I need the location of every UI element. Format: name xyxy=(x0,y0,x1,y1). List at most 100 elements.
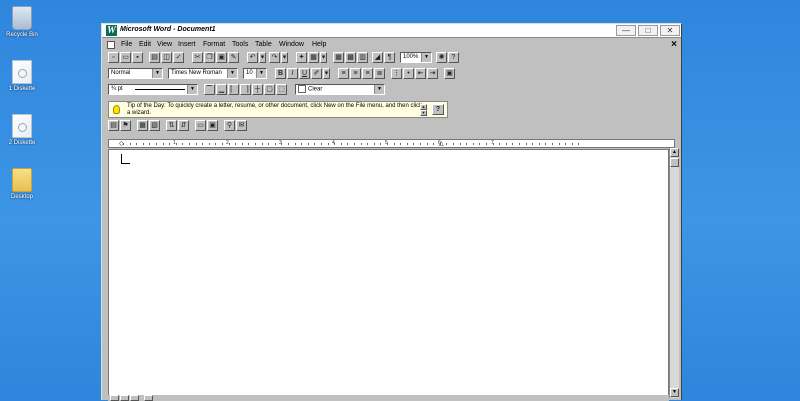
maximize-button[interactable]: □ xyxy=(638,25,658,36)
bullets-icon[interactable]: • xyxy=(403,68,414,79)
vertical-scrollbar[interactable]: ▲ ▼ xyxy=(669,148,679,398)
style-select[interactable]: Normal ▼ xyxy=(108,68,163,79)
bottom-border-icon[interactable]: ▁ xyxy=(216,84,227,95)
sort-ascending-icon[interactable]: ⇅ xyxy=(166,120,177,131)
data-form-icon[interactable]: ▤ xyxy=(108,120,119,131)
menu-edit[interactable]: Edit xyxy=(139,41,151,48)
desktop-icon-diskette-2[interactable]: 2 Diskette xyxy=(2,114,42,147)
tip-help-button[interactable]: ? xyxy=(432,104,444,115)
drawing-icon[interactable]: ◢ xyxy=(372,52,383,63)
sort-descending-icon[interactable]: ⇵ xyxy=(178,120,189,131)
ruler-tick xyxy=(538,143,540,145)
menu-tools[interactable]: Tools xyxy=(232,41,248,48)
document-editing-area[interactable] xyxy=(108,149,669,399)
borders-icon[interactable]: ▣ xyxy=(444,68,455,79)
redo-dropdown-icon[interactable]: ▾ xyxy=(281,52,288,63)
menu-file[interactable]: File xyxy=(121,41,132,48)
menu-help[interactable]: Help xyxy=(312,41,326,48)
right-border-icon[interactable]: ▕ xyxy=(240,84,251,95)
horizontal-ruler[interactable]: 1 2 3 4 5 6 7 ◇ △ xyxy=(108,139,675,148)
address-dropdown-icon[interactable]: ▾ xyxy=(320,52,327,63)
autoformat-icon[interactable]: ✦ xyxy=(296,52,307,63)
document-close-icon[interactable]: × xyxy=(671,39,677,50)
underline-button[interactable]: U xyxy=(299,68,310,79)
align-center-icon[interactable]: ≡ xyxy=(350,68,361,79)
scroll-thumb[interactable] xyxy=(670,158,679,167)
close-button[interactable]: ✕ xyxy=(660,25,680,36)
delete-record-icon[interactable]: ▧ xyxy=(149,120,160,131)
copy-icon[interactable]: ❐ xyxy=(204,52,215,63)
align-left-icon[interactable]: ≡ xyxy=(338,68,349,79)
highlight-icon[interactable]: ✐ xyxy=(311,68,322,79)
scroll-up-icon[interactable]: ▲ xyxy=(670,148,679,157)
ruler-tick xyxy=(136,143,138,145)
top-border-icon[interactable]: ▔ xyxy=(204,84,215,95)
insert-table-icon[interactable]: ▦ xyxy=(333,52,344,63)
chevron-down-icon: ▼ xyxy=(374,85,384,94)
increase-indent-icon[interactable]: ⇥ xyxy=(427,68,438,79)
end-of-document-marker xyxy=(121,163,130,164)
menu-table[interactable]: Table xyxy=(255,41,272,48)
font-select[interactable]: Times New Roman ▼ xyxy=(168,68,238,79)
update-fields-icon[interactable]: ▣ xyxy=(207,120,218,131)
zoom-select[interactable]: 100% ▼ xyxy=(400,52,432,63)
insert-database-icon[interactable]: ▭ xyxy=(195,120,206,131)
menu-view[interactable]: View xyxy=(157,41,172,48)
shading-select[interactable]: Clear ▼ xyxy=(295,84,385,95)
numbering-icon[interactable]: ⋮ xyxy=(391,68,402,79)
show-paragraph-icon[interactable]: ¶ xyxy=(384,52,395,63)
insert-address-icon[interactable]: ▦ xyxy=(308,52,319,63)
desktop-icon-diskette-1[interactable]: 1 Diskette xyxy=(2,60,42,93)
scroll-down-icon[interactable]: ▼ xyxy=(670,388,679,397)
paste-icon[interactable]: ▣ xyxy=(216,52,227,63)
menu-insert[interactable]: Insert xyxy=(178,41,196,48)
save-disk-icon[interactable]: ▪ xyxy=(132,52,143,63)
tip-wizard-icon[interactable]: ✺ xyxy=(436,52,447,63)
menu-format[interactable]: Format xyxy=(203,41,225,48)
tip-scroll-down-icon[interactable]: ▼ xyxy=(420,110,427,116)
tip-text: Tip of the Day: To quickly create a lett… xyxy=(127,103,423,116)
print-icon[interactable]: ▤ xyxy=(149,52,160,63)
line-style-select[interactable]: ¾ pt ▼ xyxy=(108,84,198,95)
word-logo-icon: W xyxy=(106,25,117,36)
print-preview-icon[interactable]: ◫ xyxy=(161,52,172,63)
align-right-icon[interactable]: ≡ xyxy=(362,68,373,79)
font-size-select[interactable]: 10 ▼ xyxy=(243,68,267,79)
mail-merge-icon[interactable]: ✉ xyxy=(236,120,247,131)
redo-icon[interactable]: ↷ xyxy=(269,52,280,63)
ruler-tick xyxy=(571,143,573,145)
title-bar[interactable]: W Microsoft Word - Document1 — □ ✕ xyxy=(102,24,681,38)
columns-icon[interactable]: ▥ xyxy=(357,52,368,63)
decrease-indent-icon[interactable]: ⇤ xyxy=(415,68,426,79)
normal-view-icon[interactable] xyxy=(110,395,119,401)
document-icon[interactable] xyxy=(107,41,115,49)
zoom-value: 100% xyxy=(403,54,419,60)
insert-excel-icon[interactable]: ▩ xyxy=(345,52,356,63)
undo-dropdown-icon[interactable]: ▾ xyxy=(259,52,266,63)
format-painter-icon[interactable]: ✎ xyxy=(228,52,239,63)
add-record-icon[interactable]: ▦ xyxy=(137,120,148,131)
outside-border-icon[interactable]: ▢ xyxy=(264,84,275,95)
help-icon[interactable]: ? xyxy=(448,52,459,63)
no-border-icon[interactable]: ⬚ xyxy=(276,84,287,95)
open-folder-icon[interactable]: ▭ xyxy=(120,52,131,63)
undo-icon[interactable]: ↶ xyxy=(247,52,258,63)
justify-icon[interactable]: ≣ xyxy=(374,68,385,79)
field-options-icon[interactable]: ⚑ xyxy=(120,120,131,131)
bold-button[interactable]: B xyxy=(275,68,286,79)
left-border-icon[interactable]: ▏ xyxy=(228,84,239,95)
page-layout-view-icon[interactable] xyxy=(120,395,129,401)
spelling-icon[interactable]: ✓ xyxy=(173,52,184,63)
highlight-dropdown-icon[interactable]: ▾ xyxy=(323,68,330,79)
minimize-button[interactable]: — xyxy=(616,25,636,36)
new-document-icon[interactable]: ▫ xyxy=(108,52,119,63)
find-record-icon[interactable]: ⚲ xyxy=(224,120,235,131)
menu-window[interactable]: Window xyxy=(279,41,304,48)
italic-button[interactable]: I xyxy=(287,68,298,79)
desktop-icon-recycle-bin[interactable]: Recycle Bin xyxy=(2,6,42,39)
cut-icon[interactable]: ✂ xyxy=(192,52,203,63)
outline-view-icon[interactable] xyxy=(130,395,139,401)
inside-border-icon[interactable]: ┼ xyxy=(252,84,263,95)
scroll-left-icon[interactable] xyxy=(144,395,153,401)
desktop-icon-desktop-folder[interactable]: Desktop xyxy=(2,168,42,201)
